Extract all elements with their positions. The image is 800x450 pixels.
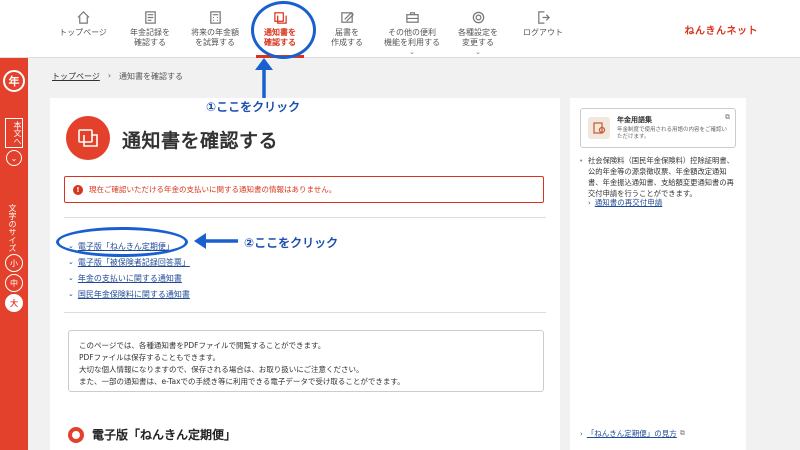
glossary-description: 年金制度で使用される用語の内容をご確認いただけます。 [617, 127, 728, 140]
main-content: 通知書を確認する ! 現在ご確認いただける年金の支払いに関する通知書の情報はあり… [50, 98, 560, 450]
section-heading: 電子版「ねんきん定期便」 [68, 426, 236, 443]
chevron-down-icon: ⌄ [475, 48, 481, 56]
glossary-card[interactable]: 年金用語集 年金制度で使用される用語の内容をご確認いただけます。 ⧉ [580, 108, 736, 148]
brand-logo[interactable]: ねんきんネット [685, 22, 759, 37]
nav-item-other-functions[interactable]: その他の便利 機能を利用する ⌄ [380, 0, 444, 58]
page-title: 通知書を確認する [122, 130, 279, 152]
top-navigation: トップページ 年金記録を 確認する 将来の年金額 を試算する 通知書を 確認する… [0, 0, 800, 58]
exclamation-icon: ! [73, 184, 83, 195]
right-sidebar: 年金用語集 年金制度で使用される用語の内容をご確認いただけます。 ⧉ 社会保険料… [570, 98, 746, 450]
nav-label: 届書を 作成する [331, 28, 363, 47]
chevron-down-icon: ⌄ [68, 258, 74, 266]
section-title: 電子版「ねんきん定期便」 [92, 428, 237, 442]
external-link-icon: ⧉ [679, 429, 685, 437]
link-premium-notice[interactable]: 国民年金保険料に関する通知書 [78, 289, 190, 300]
form-icon [339, 9, 355, 25]
nav-item-logout[interactable]: ログアウト [512, 0, 574, 58]
seal-text: 年 [8, 75, 20, 88]
toolbox-icon [404, 9, 420, 25]
nav-item-estimate[interactable]: 将来の年金額 を試算する [184, 0, 246, 58]
nav-label: 年金記録を 確認する [130, 28, 170, 47]
reissue-request-link[interactable]: 通知書の再交付申請 [595, 197, 663, 208]
divider [64, 312, 546, 313]
circle-icon [68, 426, 84, 443]
nav-item-records[interactable]: 年金記録を 確認する [120, 0, 180, 58]
annotation-label-step2: ②ここをクリック [244, 236, 339, 250]
breadcrumb-home-link[interactable]: トップページ [52, 71, 100, 82]
nav-label: その他の便利 機能を利用する [384, 28, 440, 47]
nav-item-top-page[interactable]: トップページ [54, 0, 112, 58]
annotation-arrow-step2 [194, 233, 238, 249]
document-icon [142, 9, 158, 25]
divider [64, 217, 546, 218]
link-insured-record[interactable]: 電子版「被保険者記録回答票」 [78, 257, 190, 268]
site-seal-logo[interactable]: 年 [3, 70, 25, 92]
link-payment-notice[interactable]: 年金の支払いに関する通知書 [78, 273, 182, 284]
list-item: ⌄ 年金の支払いに関する通知書 [68, 270, 190, 286]
nav-label: ログアウト [523, 28, 563, 37]
skip-to-content-link[interactable]: 本文へ [5, 118, 23, 148]
chevron-down-icon: ⌄ [409, 48, 415, 56]
calculator-icon [207, 9, 223, 25]
alert-message: ! 現在ご確認いただける年金の支払いに関する通知書の情報はありません。 [64, 176, 544, 203]
reissue-description: 社会保険料（国民年金保険料）控除証明書、公的年金等の源泉徴収票、年金額改定通知書… [578, 155, 740, 199]
annotation-label-step1: ①ここをクリック [206, 100, 301, 114]
home-icon [75, 9, 91, 25]
chevron-down-icon: ⌄ [68, 274, 74, 282]
list-item: › 通知書の再交付申請 [588, 197, 662, 208]
nav-label: 各種設定を 変更する [458, 28, 498, 47]
font-size-small-button[interactable]: 小 [5, 254, 23, 272]
info-line: 大切な個人情報になりますので、保存される場合は、お取り扱いにご注意ください。 [79, 365, 364, 374]
chevron-right-icon: › [580, 429, 583, 438]
logout-icon [535, 9, 551, 25]
font-size-large-button[interactable]: 大 [5, 294, 23, 312]
breadcrumb-separator: › [107, 71, 112, 80]
breadcrumb-current: 通知書を確認する [119, 72, 184, 81]
annotation-circle-step2 [56, 227, 188, 257]
info-line: PDFファイルは保存することもできます。 [79, 353, 221, 362]
breadcrumb: トップページ › 通知書を確認する [52, 71, 183, 82]
gear-icon [470, 9, 486, 25]
info-line: このページでは、各種通知書をPDFファイルで閲覧することができます。 [79, 341, 326, 350]
info-box: このページでは、各種通知書をPDFファイルで閲覧することができます。 PDFファ… [68, 330, 544, 392]
font-size-medium-button[interactable]: 中 [5, 274, 23, 292]
chevron-down-icon[interactable]: ⌄ [6, 150, 22, 166]
annotation-circle-step1 [251, 1, 316, 59]
accessibility-sidebar: 年 本文へ ⌄ 文字のサイズ 小 中 大 [0, 58, 28, 450]
glossary-title: 年金用語集 [617, 116, 652, 124]
teikibin-guide-link[interactable]: 「ねんきん定期便」の見方 [587, 428, 677, 439]
list-item: › 「ねんきん定期便」の見方 ⧉ [580, 428, 685, 439]
alert-text: 現在ご確認いただける年金の支払いに関する通知書の情報はありません。 [89, 185, 337, 194]
chevron-down-icon: ⌄ [68, 290, 74, 298]
nav-label: トップページ [59, 28, 107, 37]
nav-item-settings[interactable]: 各種設定を 変更する ⌄ [448, 0, 508, 58]
font-size-label: 文字のサイズ [8, 204, 17, 252]
nav-label: 将来の年金額 を試算する [191, 28, 239, 47]
notice-icon [66, 116, 110, 160]
list-item: ⌄ 国民年金保険料に関する通知書 [68, 286, 190, 302]
info-line: また、一部の通知書は、e-Taxでの手続き等に利用できる電子データで受け取ること… [79, 377, 405, 386]
chevron-right-icon: › [588, 198, 591, 207]
book-icon [588, 117, 610, 139]
nav-item-forms[interactable]: 届書を 作成する [318, 0, 376, 58]
external-link-icon: ⧉ [725, 113, 730, 121]
annotation-arrow-step1 [255, 58, 273, 98]
